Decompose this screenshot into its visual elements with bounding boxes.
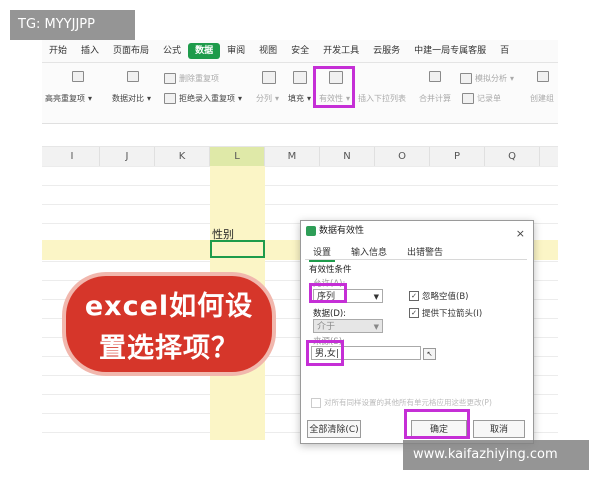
tab-developer[interactable]: 开发工具 — [316, 43, 366, 59]
simulate-label: 模拟分析 — [475, 74, 507, 83]
clear-all-button[interactable]: 全部清除(C) — [307, 420, 361, 438]
record-sheet-button[interactable]: 记录单 — [462, 93, 501, 104]
cancel-button[interactable]: 取消 — [473, 420, 525, 438]
reject-dup-button[interactable]: 拒绝录入重复项 ▾ — [164, 93, 242, 104]
column-headers: I J K L M N O P Q — [42, 146, 558, 167]
validity-highlight — [313, 66, 355, 108]
insert-dropdown-label: 插入下拉列表 — [358, 94, 406, 103]
column-header-n[interactable]: N — [320, 147, 375, 166]
dialog-app-icon — [306, 226, 316, 236]
ignore-blank-label: 忽略空值(B) — [422, 292, 469, 302]
title-line-2: 置选择项？ — [99, 333, 239, 364]
data-select[interactable]: 介于 ▼ — [313, 319, 383, 333]
dropdown-arrow-label: 提供下拉箭头(I) — [422, 309, 483, 319]
check-icon: ✓ — [409, 308, 419, 318]
ignore-blank-checkbox[interactable]: ✓ 忽略空值(B) — [409, 290, 468, 302]
active-cell[interactable] — [210, 240, 265, 258]
tab-review[interactable]: 审阅 — [220, 43, 252, 59]
range-picker-icon[interactable]: ↖ — [423, 348, 436, 360]
data-select-value: 介于 — [317, 322, 336, 332]
tab-insert[interactable]: 插入 — [74, 43, 106, 59]
data-compare-label: 数据对比 — [112, 94, 144, 103]
create-group-button[interactable]: 创建组 — [530, 93, 554, 104]
merge-calc-button[interactable]: 合并计算 — [419, 93, 451, 104]
allow-highlight — [309, 283, 347, 303]
fill-label: 填充 — [288, 94, 304, 103]
delete-dup-button[interactable]: 删除重复项 — [164, 73, 219, 84]
tab-page-layout[interactable]: 页面布局 — [106, 43, 156, 59]
create-group-label: 创建组 — [530, 94, 554, 103]
highlight-dup-icon[interactable] — [72, 71, 84, 82]
tab-cloud[interactable]: 云服务 — [366, 43, 407, 59]
column-header-k[interactable]: K — [155, 147, 210, 166]
tab-formulas[interactable]: 公式 — [156, 43, 188, 59]
data-label: 数据(D): — [313, 309, 347, 319]
watermark-top-left: TG: MYYJJPP — [10, 10, 135, 40]
split-icon — [262, 71, 276, 84]
tab-security[interactable]: 安全 — [284, 43, 316, 59]
column-header-j[interactable]: J — [100, 147, 155, 166]
fill-button[interactable]: 填充 ▾ — [288, 93, 311, 104]
validity-condition-label: 有效性条件 — [309, 265, 352, 275]
fill-icon — [293, 71, 307, 84]
source-highlight — [306, 340, 344, 366]
check-icon: ✓ — [409, 291, 419, 301]
tab-support[interactable]: 中建一局专属客服 — [407, 43, 493, 59]
tab-data[interactable]: 数据 — [188, 43, 221, 59]
column-header-p[interactable]: P — [430, 147, 485, 166]
delete-dup-label: 删除重复项 — [179, 74, 219, 83]
data-compare-button[interactable]: 数据对比 ▾ — [112, 93, 151, 104]
highlight-dup-button[interactable]: 高亮重复项 ▾ — [45, 93, 92, 104]
chevron-down-icon: ▼ — [373, 323, 379, 331]
tab-home[interactable]: 开始 — [42, 43, 74, 59]
close-icon[interactable]: × — [516, 224, 525, 244]
column-header-i[interactable]: I — [45, 147, 100, 166]
insert-dropdown-button[interactable]: 插入下拉列表 — [358, 93, 406, 104]
compare-icon — [127, 71, 139, 82]
apply-all-checkbox[interactable]: 对所有同样设置的其他所有单元格应用这些更改(P) — [311, 397, 492, 408]
reject-dup-label: 拒绝录入重复项 — [179, 94, 235, 103]
dialog-titlebar: 数据有效性 × — [301, 221, 533, 241]
column-header-o[interactable]: O — [375, 147, 430, 166]
chevron-down-icon: ▼ — [373, 293, 379, 301]
dropdown-arrow-checkbox[interactable]: ✓ 提供下拉箭头(I) — [409, 307, 482, 319]
column-header-m[interactable]: M — [265, 147, 320, 166]
column-header-l[interactable]: L — [210, 147, 265, 166]
apply-all-label: 对所有同样设置的其他所有单元格应用这些更改(P) — [324, 398, 492, 407]
tab-more[interactable]: 百 — [493, 43, 516, 59]
split-button[interactable]: 分列 ▾ — [256, 93, 279, 104]
ok-highlight — [404, 409, 470, 439]
tab-view[interactable]: 视图 — [252, 43, 284, 59]
dialog-title: 数据有效性 — [319, 226, 365, 236]
highlight-dup-label: 高亮重复项 — [45, 94, 85, 103]
title-bubble: excel如何设 置选择项？ — [66, 276, 272, 372]
record-sheet-label: 记录单 — [477, 94, 501, 103]
simulate-button[interactable]: 模拟分析 ▾ — [460, 73, 514, 84]
ribbon-toolbar: 高亮重复项 ▾ 数据对比 ▾ 删除重复项 拒绝录入重复项 ▾ 分列 ▾ 填充 ▾ 有效性 ▾… — [42, 63, 558, 124]
title-line-1: excel如何设 — [84, 291, 254, 322]
dialog-tab-divider — [305, 259, 527, 260]
column-header-q[interactable]: Q — [485, 147, 540, 166]
checkbox-empty-icon — [311, 397, 321, 408]
merge-calc-label: 合并计算 — [419, 94, 451, 103]
ribbon-tabs: 开始 插入 页面布局 公式 数据 审阅 视图 安全 开发工具 云服务 中建一局专… — [42, 40, 558, 63]
create-group-icon — [537, 71, 549, 82]
merge-calc-icon — [429, 71, 441, 82]
watermark-bottom-right: www.kaifazhiying.com — [403, 440, 589, 470]
split-label: 分列 — [256, 94, 272, 103]
